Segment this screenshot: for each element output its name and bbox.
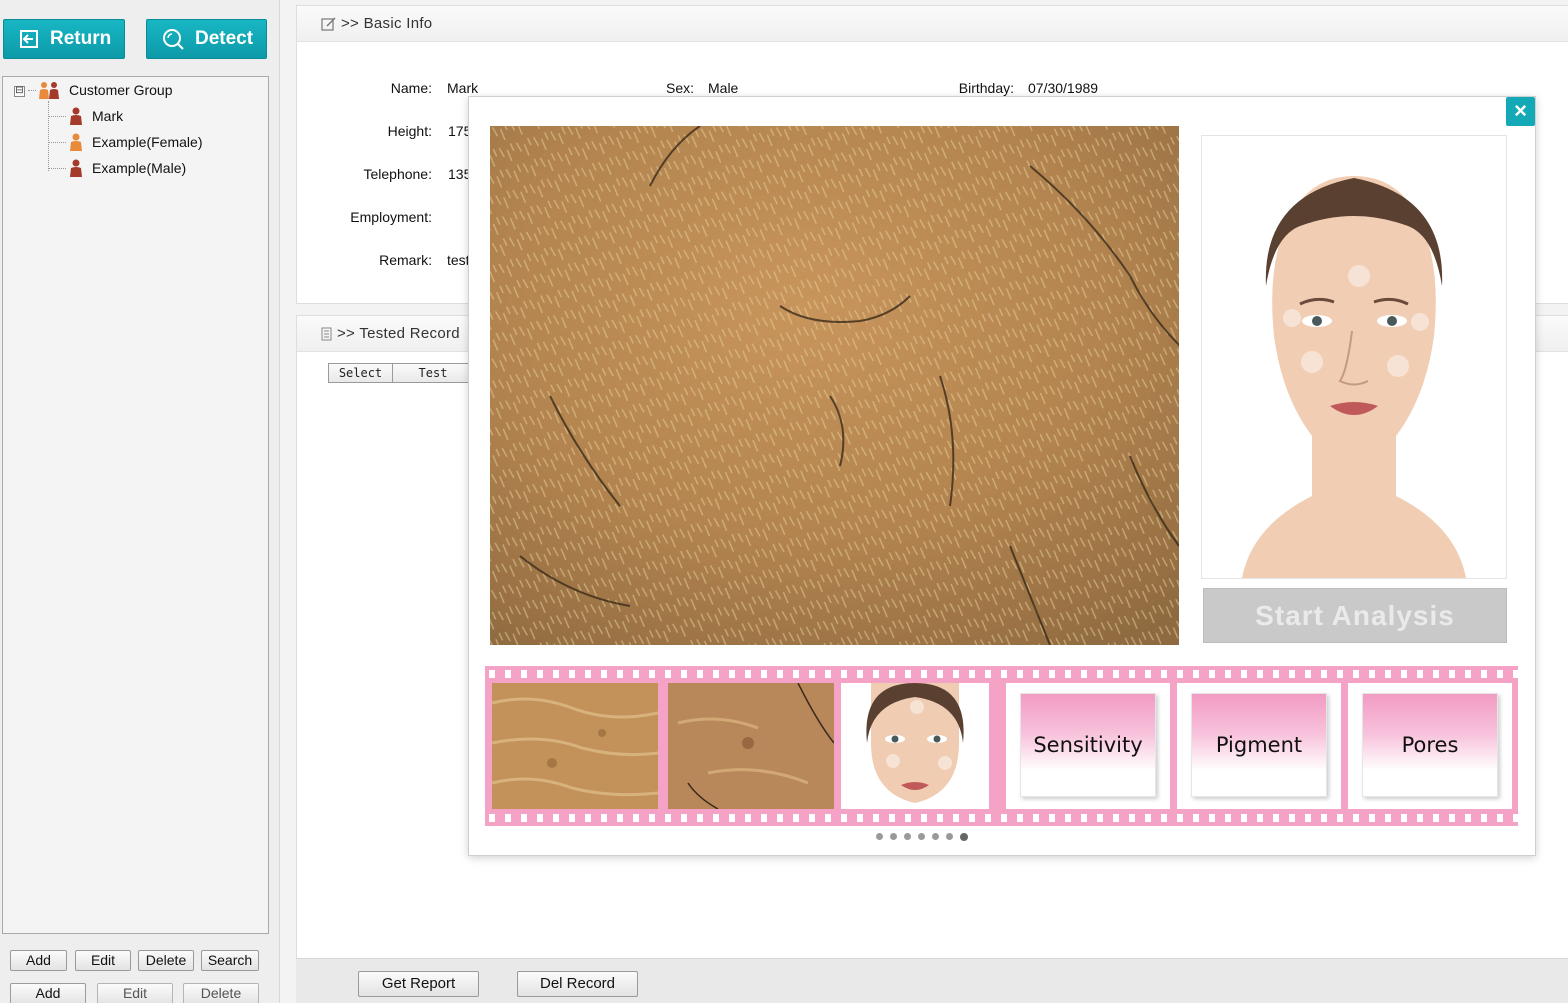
face-illustration (1202, 136, 1506, 578)
page-dot[interactable] (904, 833, 911, 840)
skin-thumbnail-image (668, 683, 834, 809)
user-male-icon (70, 107, 82, 125)
detect-label: Detect (195, 28, 254, 49)
employment-label: Employment: (350, 209, 432, 225)
return-icon (20, 30, 38, 48)
telephone-label: Telephone: (363, 166, 432, 182)
tree-item-label: Example(Male) (92, 160, 187, 176)
left-panel: Return Detect ⊟ Customer Group Mark Exam… (0, 0, 280, 1003)
detect-button[interactable]: Detect (146, 19, 267, 59)
tree-connector (49, 142, 66, 143)
return-label: Return (50, 28, 112, 49)
remark-value: test (447, 252, 470, 268)
start-analysis-button[interactable]: Start Analysis (1203, 588, 1507, 643)
remark-label: Remark: (379, 252, 432, 268)
page-dot[interactable] (890, 833, 897, 840)
skin-microscope-image (490, 126, 1179, 645)
pores-label: Pores (1362, 693, 1498, 797)
tree-connector (48, 101, 49, 171)
name-value: Mark (447, 80, 479, 96)
sensitivity-label: Sensitivity (1020, 693, 1156, 797)
pigment-label: Pigment (1191, 693, 1327, 797)
thumbnail-skin-2[interactable] (668, 683, 834, 809)
magnifier-icon (163, 29, 184, 50)
face-thumbnail-image (841, 683, 989, 809)
edit-record-button[interactable]: Edit (97, 983, 173, 1003)
return-button[interactable]: Return (3, 19, 125, 59)
image-filmstrip: Sensitivity Pigment Pores (485, 666, 1518, 826)
edit-icon (321, 16, 336, 31)
thumbnail-pigment[interactable]: Pigment (1177, 683, 1341, 809)
tree-item-mark[interactable]: Mark (68, 106, 123, 126)
thumbnail-sensitivity[interactable]: Sensitivity (1006, 683, 1170, 809)
birthday-value: 07/30/1989 (1028, 80, 1099, 96)
delete-customer-button[interactable]: Delete (138, 950, 194, 971)
search-customer-button[interactable]: Search (201, 950, 259, 971)
sex-value: Male (708, 80, 739, 96)
page-dot[interactable] (960, 833, 968, 841)
thumbnail-face[interactable] (841, 683, 989, 809)
basic-info-title: >> Basic Info (341, 15, 433, 32)
page-dot[interactable] (918, 833, 925, 840)
film-sprockets-top (485, 670, 1518, 678)
list-icon (321, 327, 332, 340)
face-map-panel (1201, 135, 1507, 579)
tree-connector (49, 116, 66, 117)
birthday-label: Birthday: (958, 80, 1014, 96)
tree-connector (49, 168, 66, 169)
name-label: Name: (390, 80, 432, 96)
tree-collapse-toggle[interactable]: ⊟ (14, 86, 25, 97)
del-record-button[interactable]: Del Record (517, 971, 638, 997)
column-header-test[interactable]: Test (393, 364, 473, 382)
page-dot[interactable] (876, 833, 883, 840)
tree-item-example-female[interactable]: Example(Female) (68, 132, 202, 152)
skin-thumbnail-image (492, 683, 658, 809)
get-report-button[interactable]: Get Report (358, 971, 479, 997)
add-record-button[interactable]: Add (10, 983, 86, 1003)
close-dialog-button[interactable]: × (1506, 97, 1535, 126)
customer-tree: ⊟ (2, 76, 269, 934)
page-dot[interactable] (932, 833, 939, 840)
tree-item-label: Example(Female) (92, 134, 203, 150)
user-male-icon (70, 159, 82, 177)
add-customer-button[interactable]: Add (10, 950, 67, 971)
tree-group-customer[interactable]: Customer Group (37, 80, 172, 100)
tested-record-title: >> Tested Record (337, 325, 460, 342)
basic-info-header: >> Basic Info (297, 6, 1568, 42)
thumbnail-pores[interactable]: Pores (1348, 683, 1512, 809)
bottom-bar (296, 958, 1568, 1003)
tree-item-label: Mark (92, 108, 124, 124)
film-sprockets-bottom (485, 814, 1518, 822)
user-group-icon (39, 82, 59, 99)
thumbnail-skin-1[interactable] (492, 683, 658, 809)
edit-customer-button[interactable]: Edit (75, 950, 131, 971)
column-header-select[interactable]: Select (329, 364, 393, 382)
record-table-header: Select Test (328, 363, 474, 383)
tree-connector (28, 90, 36, 91)
tree-item-example-male[interactable]: Example(Male) (68, 158, 186, 178)
sex-label: Sex: (665, 80, 694, 96)
height-label: Height: (387, 123, 432, 139)
user-female-icon (70, 133, 82, 151)
page-indicator (876, 833, 968, 841)
page-dot[interactable] (946, 833, 953, 840)
delete-record-button[interactable]: Delete (183, 983, 259, 1003)
tree-group-label: Customer Group (69, 82, 173, 98)
